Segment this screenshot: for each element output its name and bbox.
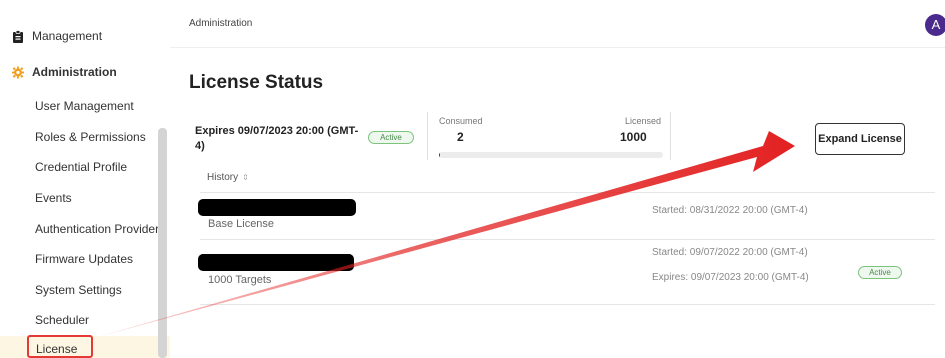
expand-license-button[interactable]: Expand License [815,123,905,155]
status-badge: Active [368,131,414,144]
consumed-label: Consumed [439,116,483,126]
main-content: Administration A License Status Expires … [170,0,945,358]
history-column-header[interactable]: History ⇕ [207,172,249,183]
gear-icon [12,66,24,78]
row-subtitle: 1000 Targets [208,274,272,286]
sidebar-item-license[interactable]: License [27,335,93,358]
sidebar-item-label: Administration [32,65,117,79]
usage-progress-bar [439,152,663,158]
sort-icon[interactable]: ⇕ [242,173,249,182]
sidebar: Management Administration User Managemen… [0,0,170,358]
sidebar-item-label: Management [32,29,103,43]
divider [200,192,935,193]
redacted-text [198,199,356,216]
row-started: Started: 09/07/2022 20:00 (GMT-4) [652,247,808,258]
licensed-label: Licensed [625,116,662,126]
divider [427,112,428,160]
sidebar-item-administration[interactable]: Administration [12,65,172,79]
avatar[interactable]: A [925,14,945,36]
status-badge: Active [858,266,902,279]
license-expiry: Expires 09/07/2023 20:00 (GMT-4) [195,125,359,152]
top-bar: Administration A [170,0,945,48]
consumed-value: 2 [457,130,464,144]
breadcrumb[interactable]: Administration [189,18,252,29]
row-subtitle: Base License [208,218,275,230]
sidebar-item-management[interactable]: Management [12,29,172,43]
divider [200,304,935,305]
sidebar-scrollbar[interactable] [158,128,167,358]
history-header-label: History [207,172,239,183]
redacted-text [198,254,354,271]
divider [200,239,935,240]
clipboard-icon [12,29,24,43]
row-expires: Expires: 09/07/2023 20:00 (GMT-4) [652,272,809,283]
row-started: Started: 08/31/2022 20:00 (GMT-4) [652,205,808,216]
page-title: License Status [189,72,324,93]
sidebar-item-label: License [36,342,78,356]
licensed-value: 1000 [620,130,647,144]
divider [670,112,671,160]
